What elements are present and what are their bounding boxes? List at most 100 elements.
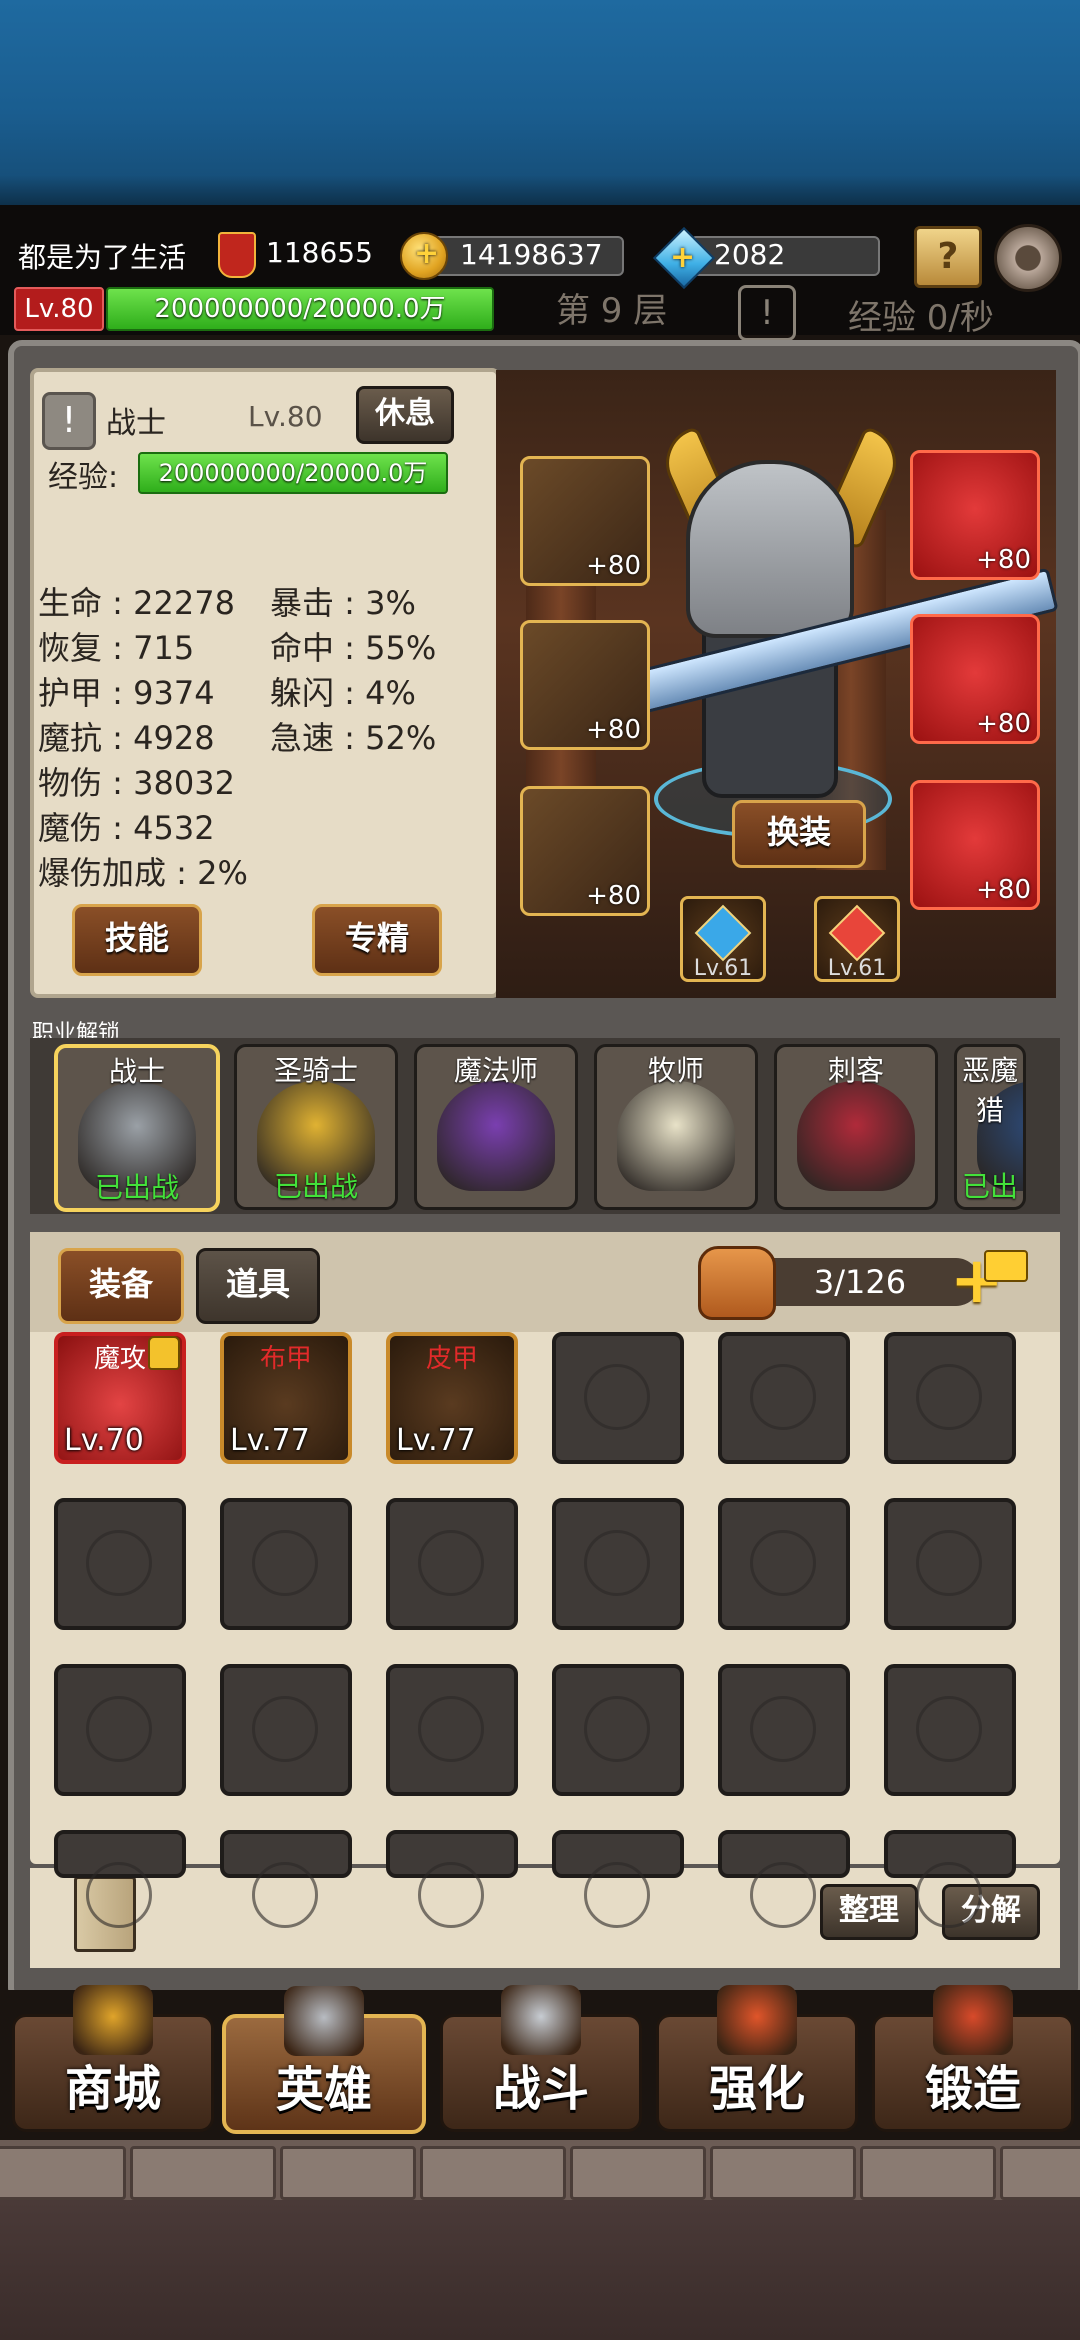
job-status: 已出 <box>961 1170 1018 1203</box>
sword-icon[interactable]: +80 <box>910 614 1040 744</box>
job-name: 牧师 <box>647 1054 704 1087</box>
job-card[interactable]: 圣骑士 已出战 <box>234 1044 398 1210</box>
skill-button[interactable]: 技能 <box>72 904 202 976</box>
gem-level: Lv.61 <box>693 956 753 981</box>
ring-icon[interactable]: +80 <box>910 780 1040 910</box>
nav-crossed-swords-button[interactable]: 战斗 <box>440 1985 642 2132</box>
power-value: 118655 <box>266 236 373 269</box>
equip-plus-label: +80 <box>586 551 641 581</box>
treasure-chest-icon <box>73 1985 153 2055</box>
inventory-slot-empty[interactable] <box>718 1830 850 1928</box>
inventory-slot-empty[interactable] <box>552 1332 684 1464</box>
settings-gear-icon[interactable] <box>994 224 1062 292</box>
job-name: 刺客 <box>827 1054 884 1087</box>
diamond-add-icon[interactable]: + <box>670 240 695 275</box>
gem-level: Lv.61 <box>827 956 887 981</box>
bag-capacity: 3/126 <box>740 1258 980 1306</box>
hero-class-name: 战士 <box>106 406 166 441</box>
inventory-item[interactable]: 皮甲 Lv.77 <box>386 1332 518 1464</box>
inventory-slot-empty[interactable] <box>552 1664 684 1796</box>
nav-label: 强化 <box>708 2061 805 2117</box>
stat-left-5: 魔伤 : 4532 <box>38 809 215 847</box>
nav-knight-helmet-button[interactable]: 英雄 <box>222 1986 426 2134</box>
item-level: Lv.77 <box>396 1423 476 1458</box>
hero-exp-label: 经验: <box>48 460 119 495</box>
helmet-icon[interactable]: +80 <box>520 456 650 586</box>
hero-level: Lv.80 <box>248 400 323 433</box>
inventory-item[interactable]: 布甲 Lv.77 <box>220 1332 352 1464</box>
inventory-slot-empty[interactable] <box>884 1332 1016 1464</box>
help-book-icon[interactable]: ? <box>914 226 982 288</box>
job-status: 已出战 <box>94 1171 179 1204</box>
inventory-slot-empty[interactable] <box>386 1664 518 1796</box>
anvil-hammer-icon <box>717 1985 797 2055</box>
stat-left-3: 魔抗 : 4928 <box>38 719 215 757</box>
stat-right-1: 命中 : 55% <box>270 629 437 667</box>
gold-add-icon[interactable]: + <box>414 236 439 271</box>
tab-items[interactable]: 道具 <box>196 1248 320 1324</box>
job-name: 战士 <box>108 1055 165 1088</box>
floor-label: 第 9 层 <box>556 291 668 331</box>
inventory-slot-empty[interactable] <box>718 1498 850 1630</box>
inventory-slot-empty[interactable] <box>54 1664 186 1796</box>
inventory-slot-empty[interactable] <box>386 1830 518 1928</box>
job-name: 恶魔猎 <box>961 1054 1018 1127</box>
job-name: 魔法师 <box>453 1054 538 1087</box>
inventory-slot-empty[interactable] <box>54 1498 186 1630</box>
player-level-badge: Lv.80 <box>14 287 104 331</box>
stone-floor <box>0 2140 1080 2200</box>
inventory-slot-empty[interactable] <box>220 1498 352 1630</box>
item-type-tag: 皮甲 <box>425 1344 478 1374</box>
sort-button[interactable]: 整理 <box>820 1884 918 1940</box>
job-card[interactable]: 战士 已出战 <box>54 1044 220 1212</box>
nav-anvil-hammer-button[interactable]: 强化 <box>656 1985 858 2132</box>
armor-icon[interactable]: +80 <box>520 620 650 750</box>
stat-right-0: 暴击 : 3% <box>270 584 416 622</box>
stat-left-1: 恢复 : 715 <box>38 629 195 667</box>
gem-slot-icon[interactable]: Lv.61 <box>680 896 766 982</box>
job-card[interactable]: 恶魔猎 已出 <box>954 1044 1026 1210</box>
inventory-slot-empty[interactable] <box>884 1498 1016 1630</box>
inventory-slot-empty[interactable] <box>220 1830 352 1928</box>
job-name: 圣骑士 <box>273 1054 358 1087</box>
stat-left-4: 物伤 : 38032 <box>38 764 235 802</box>
change-equip-button[interactable]: 换装 <box>732 800 866 868</box>
job-status: 已出战 <box>273 1170 358 1203</box>
job-card[interactable]: 魔法师 <box>414 1044 578 1210</box>
gem-slot-icon[interactable]: Lv.61 <box>814 896 900 982</box>
hero-exp-bar: 200000000/20000.0万 <box>138 452 448 494</box>
inventory-slot-empty[interactable] <box>552 1830 684 1928</box>
stat-left-6: 爆伤加成 : 2% <box>38 854 248 892</box>
floor-info-icon[interactable]: ! <box>738 285 796 341</box>
hero-info-icon[interactable]: ! <box>42 392 96 450</box>
job-card[interactable]: 牧师 <box>594 1044 758 1210</box>
nav-label: 英雄 <box>275 2062 372 2118</box>
mastery-button[interactable]: 专精 <box>312 904 442 976</box>
job-portrait <box>797 1081 915 1191</box>
video-ad-icon[interactable] <box>984 1250 1028 1282</box>
exp-rate-label: 经验 0/秒 <box>848 298 994 338</box>
tab-equipment[interactable]: 装备 <box>58 1248 184 1324</box>
equip-plus-label: +80 <box>586 881 641 911</box>
nav-treasure-chest-button[interactable]: 商城 <box>12 1985 214 2132</box>
boots-icon[interactable]: +80 <box>520 786 650 916</box>
rest-button[interactable]: 休息 <box>356 386 454 444</box>
player-name[interactable]: 都是为了生活 <box>18 236 186 276</box>
lock-icon[interactable] <box>148 1336 180 1370</box>
inventory-slot-empty[interactable] <box>54 1830 186 1928</box>
job-card[interactable]: 刺客 <box>774 1044 938 1210</box>
inventory-slot-empty[interactable] <box>552 1498 684 1630</box>
inventory-slot-empty[interactable] <box>386 1498 518 1630</box>
item-type-tag: 布甲 <box>259 1344 312 1374</box>
inventory-slot-empty[interactable] <box>220 1664 352 1796</box>
bracer-icon[interactable]: +80 <box>910 450 1040 580</box>
inventory-item[interactable]: 魔攻 Lv.70 <box>54 1332 186 1464</box>
inventory-slot-empty[interactable] <box>718 1664 850 1796</box>
inventory-slot-empty[interactable] <box>718 1332 850 1464</box>
inventory-slot-empty[interactable] <box>884 1830 1016 1928</box>
nav-forge-button[interactable]: 锻造 <box>872 1985 1074 2132</box>
gem-icon <box>694 904 752 962</box>
inventory-slot-empty[interactable] <box>884 1664 1016 1796</box>
stat-right-2: 躲闪 : 4% <box>270 674 416 712</box>
crossed-swords-icon <box>501 1985 581 2055</box>
